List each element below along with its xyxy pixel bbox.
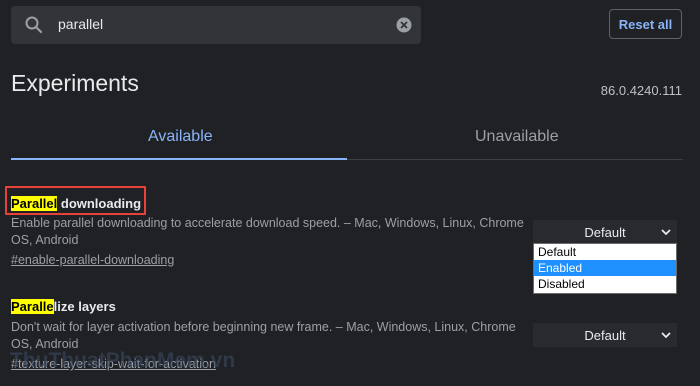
chevron-down-icon (661, 332, 671, 339)
clear-search-icon[interactable] (396, 17, 412, 33)
select-value: Default (584, 327, 626, 343)
top-bar: parallel Reset all (0, 0, 700, 48)
experiment-title: Parallelize layers (11, 299, 116, 314)
search-icon (25, 16, 43, 34)
page-title: Experiments (11, 70, 139, 96)
search-highlight: Paralle (11, 299, 54, 314)
option-disabled[interactable]: Disabled (534, 276, 676, 292)
experiment-description: Enable parallel downloading to accelerat… (11, 216, 524, 247)
watermark: ThuThuatPhanMem.vn (10, 349, 236, 372)
tab-unavailable[interactable]: Unavailable (475, 128, 559, 146)
experiment-link[interactable]: #enable-parallel-downloading (11, 253, 174, 267)
experiment-select[interactable]: Default (533, 323, 677, 347)
experiment-select[interactable]: Default (533, 220, 677, 244)
annotation-box (5, 186, 146, 215)
select-dropdown: Default Enabled Disabled (533, 243, 677, 294)
select-value: Default (584, 224, 626, 240)
experiment-title-rest: lize layers (53, 299, 116, 314)
search-box[interactable]: parallel (11, 6, 421, 44)
chevron-down-icon (661, 229, 671, 236)
tab-available[interactable]: Available (148, 128, 213, 146)
active-tab-indicator (11, 158, 347, 160)
version-label: 86.0.4240.111 (600, 83, 682, 98)
experiment-description: Don't wait for layer activation before b… (11, 320, 516, 351)
option-default[interactable]: Default (534, 244, 676, 260)
option-enabled[interactable]: Enabled (534, 260, 676, 276)
search-input[interactable]: parallel (58, 16, 103, 32)
reset-all-button[interactable]: Reset all (609, 9, 682, 39)
